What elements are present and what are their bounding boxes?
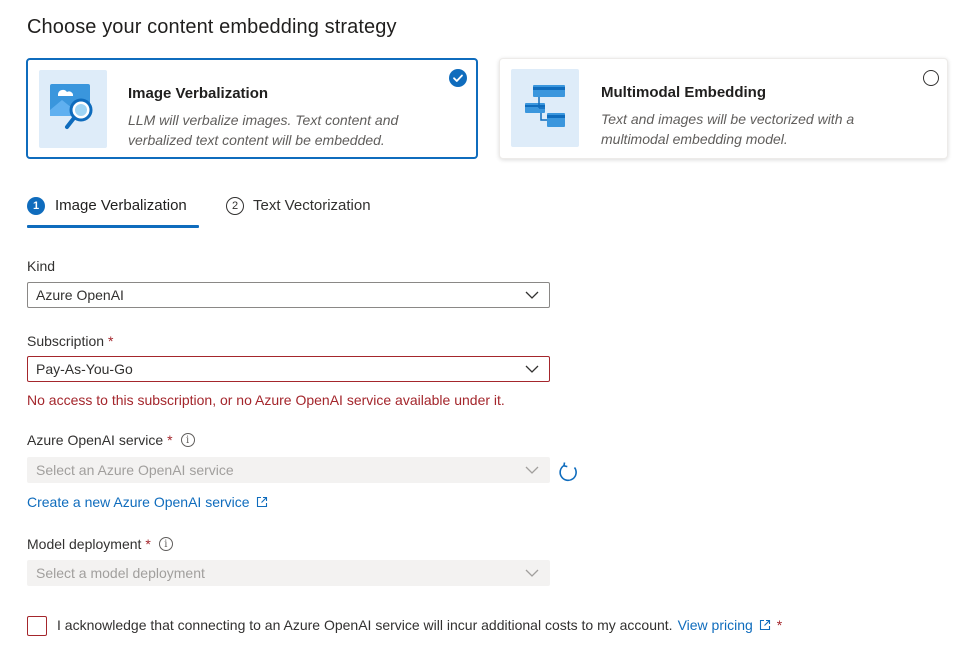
create-openai-service-link-text: Create a new Azure OpenAI service — [27, 494, 250, 510]
openai-service-label: Azure OpenAI service * i — [27, 432, 195, 448]
kind-label-text: Kind — [27, 258, 56, 274]
kind-value: Azure OpenAI — [36, 287, 124, 303]
subscription-label: Subscription * — [27, 333, 114, 349]
strategy-description: Text and images will be vectorized with … — [601, 111, 855, 147]
strategy-card-image-verbalization[interactable]: Image Verbalization LLM will verbalize i… — [26, 58, 478, 159]
active-tab-indicator — [27, 225, 199, 228]
tab-text-vectorization[interactable]: 2 Text Vectorization — [226, 196, 371, 228]
acknowledge-row: I acknowledge that connecting to an Azur… — [57, 617, 782, 633]
multimodal-embedding-icon — [511, 69, 579, 147]
strategy-description: LLM will verbalize images. Text content … — [128, 112, 399, 148]
subscription-error-message: No access to this subscription, or no Az… — [27, 392, 505, 408]
tab-label: Image Verbalization — [55, 197, 187, 214]
strategy-title: Image Verbalization — [128, 85, 269, 102]
info-icon[interactable]: i — [158, 537, 173, 551]
acknowledge-text: I acknowledge that connecting to an Azur… — [57, 617, 673, 633]
subscription-value: Pay-As-You-Go — [36, 361, 133, 377]
selected-check-icon — [449, 69, 467, 87]
openai-service-label-text: Azure OpenAI service — [27, 432, 164, 448]
model-deployment-dropdown[interactable]: Select a model deployment — [27, 560, 550, 586]
external-link-icon — [759, 619, 770, 631]
required-asterisk: * — [776, 617, 783, 633]
strategy-title: Multimodal Embedding — [601, 84, 766, 101]
model-deployment-label-text: Model deployment — [27, 536, 142, 552]
chevron-down-icon — [525, 466, 539, 474]
required-asterisk: * — [145, 536, 151, 552]
info-icon[interactable]: i — [180, 433, 195, 447]
tab-label: Text Vectorization — [253, 197, 371, 214]
acknowledge-checkbox[interactable] — [27, 616, 47, 636]
external-link-icon — [256, 496, 267, 508]
kind-dropdown[interactable]: Azure OpenAI — [27, 282, 550, 308]
subscription-label-text: Subscription — [27, 333, 105, 349]
subscription-dropdown[interactable]: Pay-As-You-Go — [27, 356, 550, 382]
chevron-down-icon — [525, 365, 539, 373]
model-deployment-placeholder: Select a model deployment — [36, 565, 205, 581]
step-number-badge: 2 — [226, 197, 244, 215]
tab-image-verbalization[interactable]: 1 Image Verbalization — [27, 196, 187, 228]
required-asterisk: * — [167, 432, 173, 448]
openai-service-placeholder: Select an Azure OpenAI service — [36, 462, 234, 478]
openai-service-dropdown[interactable]: Select an Azure OpenAI service — [27, 457, 550, 483]
page-title: Choose your content embedding strategy — [27, 16, 397, 38]
model-deployment-label: Model deployment * i — [27, 536, 173, 552]
chevron-down-icon — [525, 291, 539, 299]
chevron-down-icon — [525, 569, 539, 577]
strategy-radio[interactable] — [923, 70, 939, 86]
create-openai-service-link[interactable]: Create a new Azure OpenAI service — [27, 494, 268, 510]
required-asterisk: * — [108, 333, 114, 349]
strategy-card-multimodal-embedding[interactable]: Multimodal Embedding Text and images wil… — [499, 58, 948, 159]
kind-label: Kind — [27, 258, 55, 274]
refresh-icon[interactable] — [558, 461, 580, 483]
view-pricing-link[interactable]: View pricing — [678, 617, 771, 633]
image-verbalization-icon — [39, 70, 107, 148]
step-number-badge: 1 — [27, 197, 45, 215]
view-pricing-link-text: View pricing — [677, 617, 753, 633]
